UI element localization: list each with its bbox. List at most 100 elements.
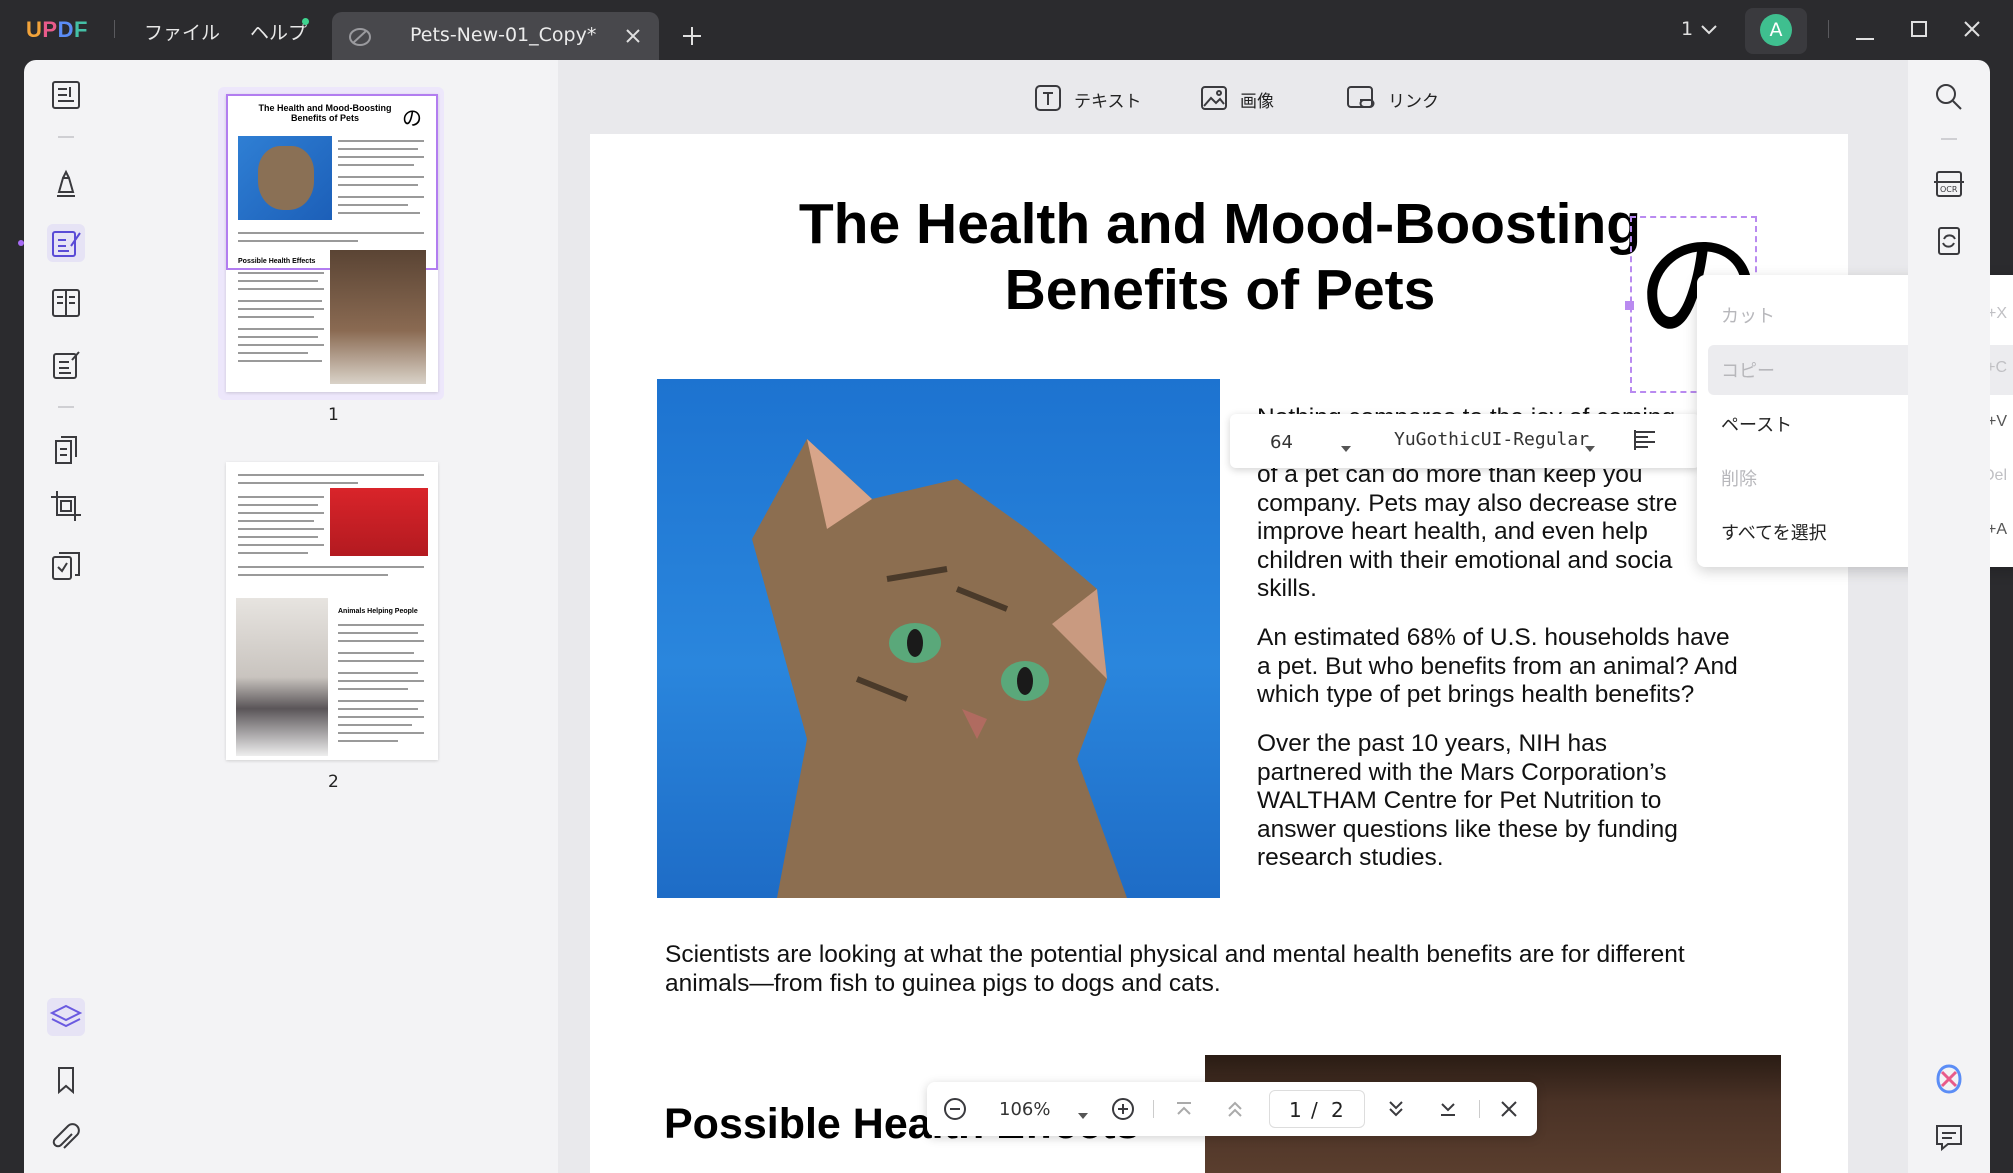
menu-file[interactable]: ファイル [144, 18, 220, 45]
svg-text:OCR: OCR [1940, 185, 1958, 194]
maximize-icon[interactable] [1910, 20, 1928, 38]
comments-panel-icon[interactable] [1930, 1118, 1968, 1156]
page-title[interactable]: The Health and Mood-Boosting [770, 192, 1670, 256]
zoom-level[interactable]: 106% [999, 1099, 1050, 1120]
page-separator: / [1311, 1098, 1318, 1122]
avatar[interactable]: A [1760, 14, 1792, 46]
thumb-heading: Possible Health Effects [238, 258, 316, 265]
comment-highlighter-icon[interactable] [47, 166, 85, 204]
menu-item-cut[interactable]: カット [1721, 302, 1775, 328]
menu-help[interactable]: ヘルプ [250, 18, 307, 45]
text-line: research studies. [1257, 844, 1444, 871]
zoom-out-icon[interactable] [943, 1097, 967, 1121]
resize-handle[interactable] [1625, 301, 1634, 310]
thumb-line [238, 316, 314, 318]
add-link-icon[interactable] [1346, 84, 1376, 112]
ai-assistant-icon[interactable] [1930, 1060, 1968, 1098]
text-line: An estimated 68% of U.S. households have [1257, 624, 1730, 651]
thumb-line [338, 680, 424, 682]
app-logo[interactable]: UPDF [26, 17, 88, 43]
chevron-down-icon[interactable] [1077, 1105, 1089, 1119]
menu-item-delete[interactable]: 削除 [1721, 465, 1757, 491]
form-icon[interactable] [47, 346, 85, 384]
thumbnail-page-2[interactable]: Animals Helping People [226, 462, 438, 760]
attachment-icon[interactable] [47, 1120, 85, 1158]
paragraph-2[interactable]: An estimated 68% of U.S. households have… [1257, 624, 1777, 710]
paragraph-3[interactable]: Over the past 10 years, NIH has partnere… [1257, 730, 1777, 873]
add-text-button[interactable]: テキスト [1074, 87, 1142, 112]
thumb-line [238, 300, 322, 302]
add-text-icon[interactable] [1034, 84, 1062, 112]
thumb-line [238, 512, 324, 514]
window-count[interactable]: 1 [1681, 18, 1693, 40]
first-page-icon[interactable] [1173, 1098, 1195, 1120]
previous-page-icon[interactable] [1224, 1098, 1246, 1120]
menu-item-paste[interactable]: ペースト [1721, 411, 1792, 437]
convert-icon[interactable] [1930, 222, 1968, 260]
thumb-line [238, 504, 318, 506]
compare-icon[interactable] [47, 547, 85, 585]
divider [58, 136, 74, 138]
chevron-down-icon[interactable] [1584, 438, 1596, 452]
menu-item-copy[interactable]: コピー [1721, 357, 1775, 383]
thumb-line [338, 176, 424, 178]
thumb-line [338, 184, 418, 186]
align-left-icon[interactable] [1632, 428, 1658, 452]
last-page-icon[interactable] [1437, 1098, 1459, 1120]
crop-icon[interactable] [47, 487, 85, 525]
thumb-line [338, 732, 424, 734]
page-organizer-icon[interactable] [47, 284, 85, 322]
add-link-button[interactable]: リンク [1388, 87, 1439, 112]
minimize-icon[interactable] [1855, 26, 1875, 40]
text-line: improve heart health, and even help [1257, 518, 1648, 545]
thumb-line [238, 232, 424, 234]
thumb-heading-2: Animals Helping People [338, 608, 418, 615]
thumb-line [338, 688, 408, 690]
edit-pdf-icon[interactable] [47, 224, 85, 262]
ocr-icon[interactable]: OCR [1930, 164, 1968, 202]
bookmark-icon[interactable] [47, 1060, 85, 1098]
thumb-christmas-image [330, 488, 428, 556]
next-page-icon[interactable] [1385, 1098, 1407, 1120]
text-line: partnered with the Mars Corporation’s [1257, 758, 1667, 786]
active-tool-indicator [18, 240, 24, 246]
thumb-line [238, 528, 324, 530]
font-size-select[interactable]: 64 [1270, 432, 1293, 453]
add-image-button[interactable]: 画像 [1240, 87, 1274, 112]
font-name-select[interactable]: YuGothicUI-Regular [1394, 429, 1589, 450]
thumb-line [338, 196, 424, 198]
chevron-down-icon[interactable] [1340, 438, 1352, 452]
thumb-line [238, 482, 358, 484]
search-icon[interactable] [1930, 78, 1968, 116]
text-line: Scientists are looking at what the poten… [665, 941, 1685, 968]
text-line: which type of pet brings health benefits… [1257, 681, 1695, 708]
thumbnail-page-1[interactable]: The Health and Mood-Boosting Benefits of… [226, 94, 438, 392]
close-icon[interactable] [1499, 1099, 1519, 1119]
add-image-icon[interactable] [1200, 84, 1228, 112]
thumb-cat-image [238, 136, 332, 220]
reader-icon[interactable] [47, 76, 85, 114]
cat-photo[interactable] [657, 379, 1220, 898]
thumb-line [238, 352, 308, 354]
thumb-line [238, 308, 324, 310]
close-window-icon[interactable] [1963, 20, 1981, 38]
zoom-in-icon[interactable] [1111, 1097, 1135, 1121]
thumb-line [238, 566, 424, 568]
thumb-line [338, 700, 424, 702]
page-navigation-bar: 106% 1 / 2 [927, 1082, 1537, 1136]
new-tab-icon[interactable] [681, 25, 703, 47]
paragraph-4[interactable]: Scientists are looking at what the poten… [665, 941, 1805, 998]
left-tool-bar [24, 60, 108, 1173]
organize-pages-icon[interactable] [47, 431, 85, 469]
layers-icon[interactable] [47, 998, 85, 1036]
text-line: animals—from fish to guinea pigs to dogs… [665, 969, 1221, 997]
close-tab-icon[interactable] [624, 27, 642, 45]
right-tool-bar: OCR [1908, 60, 1990, 1173]
menu-item-select-all[interactable]: すべてを選択 [1721, 519, 1827, 545]
thumb-line [238, 344, 324, 346]
thumb-line [238, 574, 388, 576]
page-title-line2[interactable]: Benefits of Pets [770, 258, 1670, 322]
thumb-glyph: の [402, 106, 422, 130]
chevron-down-icon[interactable] [1700, 22, 1718, 36]
thumb-line [238, 328, 324, 330]
